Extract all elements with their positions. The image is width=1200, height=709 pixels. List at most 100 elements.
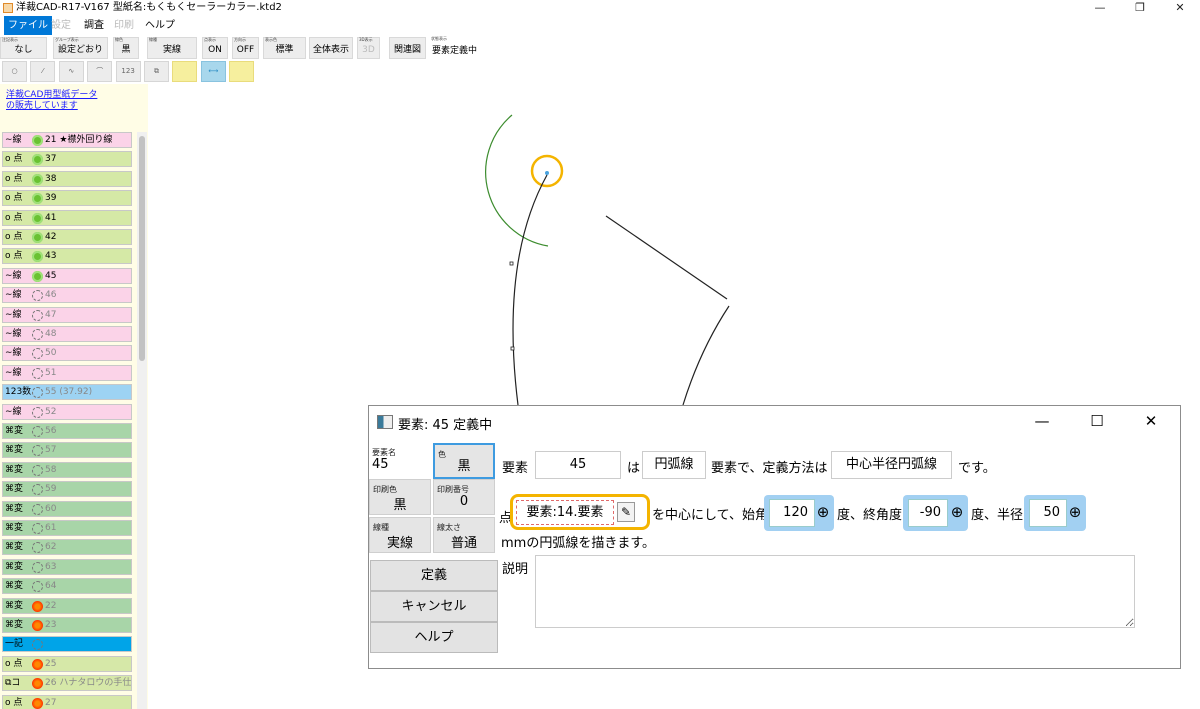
line-type-button[interactable]: 線種 実線 (369, 517, 431, 553)
element-list-item[interactable]: ∼線 51 (2, 364, 132, 381)
toolbar-button[interactable]: 注記表示 なし (0, 37, 47, 59)
dialog-minimize-button[interactable]: — (1027, 412, 1057, 430)
end-angle-input[interactable]: -90 (908, 499, 948, 527)
dialog-maximize-button[interactable]: ☐ (1082, 412, 1112, 430)
element-sidebar: 洋裁CAD用型紙データ の販売しています ∼線 21 ★襟外回り線 o 点 37 o 点… (0, 84, 148, 709)
toolbar-button[interactable]: 点表示 ON (202, 37, 228, 59)
toolbar-button[interactable]: 全体表示 (309, 37, 353, 59)
flame-icon (32, 600, 43, 612)
element-number-field[interactable]: 45 (535, 451, 621, 479)
folder-icon[interactable] (172, 61, 198, 82)
restore-button[interactable]: ❐ (1120, 0, 1160, 16)
element-list-item[interactable]: ⌘変 63 (2, 558, 132, 575)
element-list-item[interactable]: ∼線 52 (2, 403, 132, 420)
note-icon[interactable] (229, 61, 255, 82)
element-list-item[interactable]: ⌘変 56 (2, 423, 132, 439)
element-list-item[interactable]: 一記 (2, 636, 132, 653)
element-list-item[interactable]: ⧉コ 26 ハナタロウの手仕事... (2, 675, 132, 692)
menu-item[interactable]: ファイル (4, 16, 52, 35)
arc-icon[interactable]: ⌒ (87, 61, 113, 82)
print-number-button[interactable]: 印刷番号 0 (433, 479, 495, 515)
center-point[interactable] (545, 171, 549, 175)
toolbar-caption: 点表示 (204, 37, 216, 42)
toolbar-button[interactable]: 関連図 (389, 37, 426, 59)
center-point-selector[interactable]: 要素:14.要素 ✎ (510, 494, 650, 530)
toolbar-button[interactable]: 表示色 標準 (263, 37, 306, 59)
print-color-button[interactable]: 印刷色 黒 (369, 479, 431, 515)
element-list-item[interactable]: ⌘変 23 (2, 617, 132, 633)
element-list-item[interactable]: ∼線 45 (2, 267, 132, 284)
color-button[interactable]: 色 黒 (433, 443, 495, 479)
sidebar-scroll-thumb[interactable] (139, 136, 145, 361)
zoom-icon[interactable]: ⊕ (948, 501, 966, 523)
element-type: ∼線 (5, 406, 22, 417)
toolbar-value: なし (14, 45, 33, 55)
curve-icon[interactable]: ∿ (58, 61, 84, 82)
element-list-item[interactable]: ∼線 46 (2, 287, 132, 304)
help-button[interactable]: ヘルプ (370, 622, 498, 653)
green-arc[interactable] (485, 114, 549, 247)
collar-line[interactable] (605, 215, 728, 300)
element-list-item[interactable]: o 点 39 (2, 190, 132, 207)
element-list-item[interactable]: ⌘変 62 (2, 539, 132, 556)
element-list-item[interactable]: ∼線 47 (2, 306, 132, 323)
define-button[interactable]: 定義 (370, 560, 498, 591)
definition-method-field[interactable]: 中心半径円弧線 (831, 451, 952, 479)
collar-curve[interactable] (682, 305, 730, 406)
element-list-item[interactable]: ⌘変 57 (2, 442, 132, 459)
element-list-item[interactable]: 123数 55 (37.92) (2, 384, 132, 401)
element-list-item[interactable]: o 点 38 (2, 170, 132, 187)
element-list-item[interactable]: ∼線 21 ★襟外回り線 (2, 132, 132, 148)
description-textarea[interactable] (535, 555, 1135, 628)
toolbar-button[interactable]: グループ表示 設定どおり (53, 37, 108, 59)
minimize-button[interactable]: — (1080, 0, 1120, 16)
line-icon[interactable]: ⁄ (30, 61, 56, 82)
pen-icon[interactable]: ✎ (617, 502, 635, 522)
toolbar-button[interactable]: 線種 実線 (147, 37, 197, 59)
element-list-item[interactable]: ⌘変 61 (2, 520, 132, 536)
arrow-icon[interactable]: ⟷ (200, 61, 226, 82)
toolbar-button[interactable]: 方向示 OFF (232, 37, 259, 59)
radius-group: 50 ⊕ (1024, 495, 1086, 531)
line-width-button[interactable]: 線太さ 普通 (433, 517, 495, 553)
menu-item[interactable]: 調査 (80, 16, 108, 35)
element-list-item[interactable]: ⌘変 22 (2, 597, 132, 614)
toolbar-value: 黒 (121, 45, 131, 55)
menu-item[interactable]: ヘルプ (141, 16, 179, 35)
zoom-icon[interactable]: ⊕ (814, 501, 832, 523)
element-label: 39 (45, 193, 57, 204)
element-list-item[interactable]: o 点 27 (2, 694, 132, 709)
curve-point[interactable] (509, 261, 514, 266)
point-icon[interactable]: ○ (2, 61, 27, 82)
element-list-item[interactable]: o 点 41 (2, 209, 132, 226)
element-list-item[interactable]: ⌘変 59 (2, 481, 132, 498)
toolbar-button[interactable]: 3D表示 3D (357, 37, 380, 59)
element-label: 21 ★襟外回り線 (45, 135, 113, 145)
number-icon[interactable]: 123 (115, 61, 141, 82)
center-point-field[interactable]: 要素:14.要素 (516, 500, 614, 525)
cancel-button[interactable]: キャンセル (370, 591, 498, 622)
toolbar-button[interactable]: 線色黒 (113, 37, 139, 59)
close-button[interactable]: ✕ (1160, 0, 1200, 16)
toolbar-value: 実線 (162, 45, 181, 55)
arc-curve[interactable] (512, 174, 548, 406)
zoom-icon[interactable]: ⊕ (1066, 501, 1084, 523)
element-list-item[interactable]: o 点 25 (2, 655, 132, 672)
start-angle-input[interactable]: 120 (769, 499, 815, 527)
element-list-item[interactable]: ⌘変 60 (2, 500, 132, 517)
dialog-close-button[interactable]: ✕ (1136, 412, 1166, 430)
radius-input[interactable]: 50 (1029, 499, 1067, 527)
pattern-sales-link[interactable]: 洋裁CAD用型紙データ の販売しています (6, 90, 97, 112)
group-icon[interactable]: ⧉ (144, 61, 169, 82)
element-list-item[interactable]: ⌘変 64 (2, 578, 132, 595)
menu-item[interactable]: 設定 (47, 16, 75, 35)
element-kind-field[interactable]: 円弧線 (642, 451, 706, 479)
element-list-item[interactable]: ∼線 48 (2, 326, 132, 342)
curve-point[interactable] (510, 346, 515, 351)
element-list-item[interactable]: ⌘変 58 (2, 461, 132, 478)
element-list-item[interactable]: o 点 37 (2, 151, 132, 168)
menu-item[interactable]: 印刷 (110, 16, 138, 35)
element-list-item[interactable]: o 点 43 (2, 248, 132, 265)
element-list-item[interactable]: o 点 42 (2, 229, 132, 245)
element-list-item[interactable]: ∼線 50 (2, 345, 132, 362)
